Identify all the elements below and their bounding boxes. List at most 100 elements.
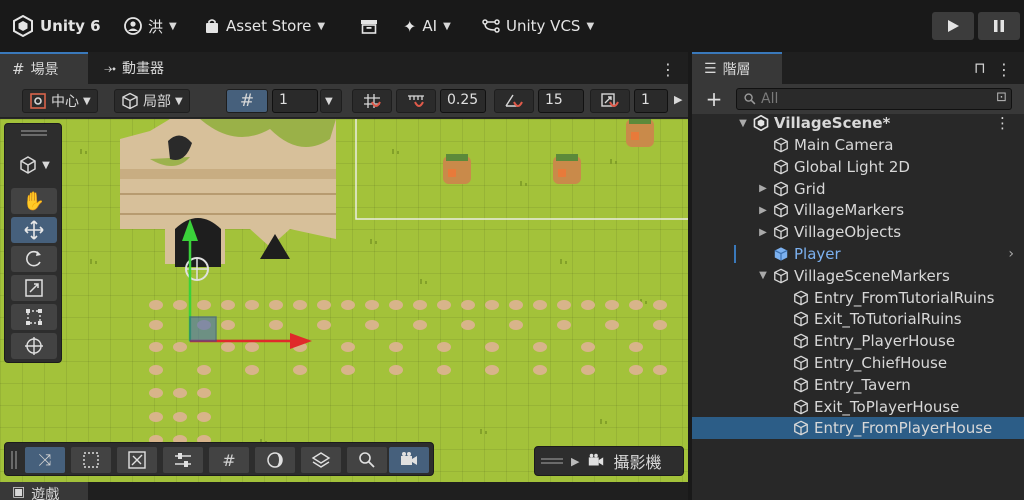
drag-handle[interactable] xyxy=(11,451,17,469)
pivot-dropdown[interactable]: 中心 ▼ xyxy=(22,89,98,113)
gameobject-cube-icon xyxy=(774,202,788,218)
scene-root-row[interactable]: ▼ VillageScene* ⋮ xyxy=(692,112,1024,134)
box-select-button[interactable] xyxy=(71,447,111,473)
kebab-menu-icon[interactable]: ⋮ xyxy=(996,60,1012,79)
layers-button[interactable] xyxy=(301,447,341,473)
brush-icon xyxy=(128,451,146,469)
snap-rotate-button[interactable] xyxy=(494,89,534,113)
hierarchy-item[interactable]: ▼ VillageSceneMarkers xyxy=(692,265,1024,287)
ruler-magnet-icon xyxy=(408,95,424,107)
gamepad-icon: ▣ xyxy=(12,484,26,500)
expand-right-icon[interactable]: ▶ xyxy=(758,205,768,216)
grid-size-dropdown[interactable]: ▼ xyxy=(320,89,342,113)
move-tool-button[interactable] xyxy=(11,217,57,243)
package-manager-button[interactable] xyxy=(360,14,378,38)
sliders-icon xyxy=(175,453,191,467)
account-name: 洪 xyxy=(148,17,164,36)
rotate-tool-button[interactable] xyxy=(11,246,57,272)
hierarchy-search-input[interactable]: All ⊡ xyxy=(736,88,1012,110)
sliders-button[interactable] xyxy=(163,447,203,473)
scale-tool-button[interactable] xyxy=(11,275,57,301)
lock-icon[interactable]: ⊓ xyxy=(974,59,986,77)
shuffle-tool-button[interactable]: ⤨ xyxy=(25,447,65,473)
snap-move-button[interactable] xyxy=(396,89,436,113)
scene-viewport[interactable] xyxy=(0,119,688,482)
lighting-toggle-button[interactable] xyxy=(255,447,295,473)
snap-move-field[interactable]: 0.25 xyxy=(440,89,486,113)
hierarchy-item[interactable]: Main Camera xyxy=(692,134,1024,156)
hierarchy-item[interactable]: ▶ VillageMarkers xyxy=(692,199,1024,221)
hierarchy-item[interactable]: Player › xyxy=(692,243,1024,265)
paint-button[interactable] xyxy=(117,447,157,473)
hierarchy-item-label: Entry_Tavern xyxy=(814,375,911,394)
snap-rotate-field[interactable]: 15 xyxy=(538,89,584,113)
play-button[interactable] xyxy=(932,12,974,40)
add-button[interactable]: + xyxy=(700,87,728,111)
hierarchy-item[interactable]: Entry_FromPlayerHouse xyxy=(692,417,1024,440)
drag-handle[interactable] xyxy=(21,130,47,136)
transform-tool-button[interactable] xyxy=(11,333,57,359)
tab-hierarchy[interactable]: ☰ 階層 xyxy=(692,52,782,84)
hierarchy-item-label: Player xyxy=(794,245,841,263)
scene-camera-button[interactable] xyxy=(389,447,429,473)
tab-scene[interactable]: # 場景 xyxy=(0,52,88,84)
search-button[interactable] xyxy=(347,447,387,473)
hierarchy-item[interactable]: Entry_ChiefHouse xyxy=(692,352,1024,374)
rect-tool-button[interactable] xyxy=(11,304,57,330)
pause-button[interactable] xyxy=(978,12,1020,40)
camera-overlay[interactable]: ▶ 攝影機 xyxy=(534,446,684,476)
drag-handle[interactable] xyxy=(541,458,563,464)
rotate-icon xyxy=(26,250,41,267)
expand-right-icon[interactable]: ▶ xyxy=(758,227,768,238)
search-options-icon[interactable]: ⊡ xyxy=(996,90,1007,105)
hierarchy-item[interactable]: Entry_PlayerHouse xyxy=(692,330,1024,352)
snap-grid-button[interactable] xyxy=(352,89,392,113)
tab-game[interactable]: ▣ 遊戲 xyxy=(0,482,88,500)
account-icon xyxy=(124,17,142,35)
ai-label: AI xyxy=(422,17,438,35)
space-label: 局部 xyxy=(143,94,171,110)
hierarchy-tab-row: ☰ 階層 ⊓ ⋮ xyxy=(692,52,1024,84)
grid-snap-button[interactable]: # xyxy=(209,447,249,473)
account-dropdown[interactable]: 洪 ▼ xyxy=(124,14,177,38)
video-camera-icon xyxy=(401,452,417,465)
hand-icon: ✋ xyxy=(22,190,46,212)
chevron-right-icon[interactable]: › xyxy=(1008,246,1014,262)
hierarchy-item[interactable]: ▶ Grid xyxy=(692,178,1024,200)
tab-animator[interactable]: ⤞ 動畫器 xyxy=(92,52,176,84)
shopping-bag-icon xyxy=(206,19,218,33)
hierarchy-item[interactable]: Exit_ToTutorialRuins xyxy=(692,308,1024,330)
hierarchy-item[interactable]: Entry_Tavern xyxy=(692,374,1024,396)
expand-down-icon[interactable]: ▼ xyxy=(738,118,748,129)
space-dropdown[interactable]: 局部 ▼ xyxy=(114,89,190,113)
hierarchy-item[interactable]: Entry_FromTutorialRuins xyxy=(692,287,1024,309)
hierarchy-item-label: Entry_ChiefHouse xyxy=(814,354,948,372)
expand-down-icon[interactable]: ▼ xyxy=(758,270,768,281)
search-placeholder: All xyxy=(761,91,779,107)
hierarchy-item-label: Exit_ToTutorialRuins xyxy=(814,310,962,329)
grid-size-field[interactable]: 1 xyxy=(272,89,318,113)
gameobject-cube-icon xyxy=(774,159,788,175)
ai-dropdown[interactable]: ✦ AI ▼ xyxy=(403,14,451,38)
hand-tool-button[interactable]: ✋ xyxy=(11,188,57,214)
snap-scale-button[interactable] xyxy=(590,89,630,113)
kebab-menu-icon[interactable]: ⋮ xyxy=(995,114,1010,132)
unity-menu[interactable]: Unity 6 xyxy=(12,14,101,38)
vcs-label: Unity VCS xyxy=(506,17,581,35)
snap-scale-field[interactable]: 1 xyxy=(634,89,668,113)
grid-toggle-button[interactable]: # xyxy=(226,89,268,113)
chevron-right-icon[interactable]: ▶ xyxy=(674,93,682,106)
view-dropdown[interactable]: ▼ xyxy=(11,152,57,178)
hierarchy-item-label: Grid xyxy=(794,179,826,198)
expand-right-icon[interactable]: ▶ xyxy=(758,183,768,194)
asset-store-dropdown[interactable]: Asset Store ▼ xyxy=(204,14,325,38)
hierarchy-item[interactable]: Global Light 2D xyxy=(692,156,1024,178)
kebab-menu-icon[interactable]: ⋮ xyxy=(660,60,676,79)
hierarchy-item[interactable]: Exit_ToPlayerHouse xyxy=(692,396,1024,418)
search-icon xyxy=(359,452,375,468)
sparkle-icon: ✦ xyxy=(403,16,417,36)
cube-icon xyxy=(122,92,138,110)
vcs-dropdown[interactable]: Unity VCS ▼ xyxy=(482,14,594,38)
shuffle-icon: ⤨ xyxy=(38,450,52,469)
hierarchy-item[interactable]: ▶ VillageObjects xyxy=(692,221,1024,243)
